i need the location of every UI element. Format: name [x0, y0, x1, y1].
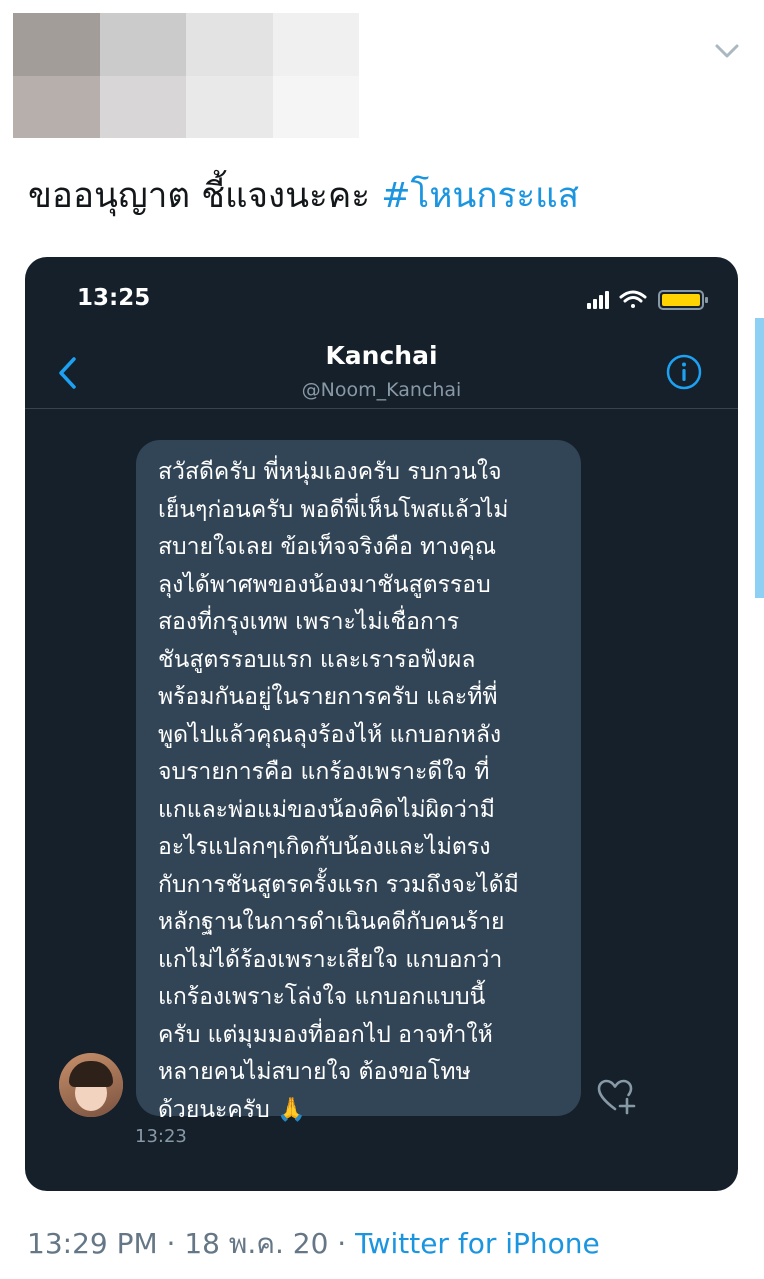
message-line: สบายใจเลย ข้อเท็จจริงคือ ทางคุณ	[158, 534, 497, 560]
chevron-down-icon[interactable]	[712, 36, 742, 66]
battery-icon	[658, 290, 708, 310]
message-line: สองที่กรุงเทพ เพราะไม่เชื่อการ	[158, 609, 460, 635]
message-line: หลักฐานในการดำเนินคดีกับคนร้าย	[158, 909, 505, 935]
message-line: อะไรแปลกๆเกิดกับน้องและไม่ตรง	[158, 834, 491, 860]
header-divider	[25, 408, 738, 409]
message-line: จบรายการคือ แกร้องเพราะดีใจ ที่	[158, 759, 490, 785]
status-icons	[587, 290, 708, 310]
message-bubble[interactable]: สวัสดีครับ พี่หนุ่มเองครับ รบกวนใจ เย็นๆ…	[136, 440, 581, 1123]
sender-avatar[interactable]	[59, 1053, 123, 1117]
message-line: พร้อมกันอยู่ในรายการครับ และที่พี่	[158, 684, 498, 710]
message-line: แกร้องเพราะโล่งใจ แกบอกแบบนี้	[158, 984, 486, 1010]
message-line: เย็นๆก่อนครับ พอดีพี่เห็นโพสแล้วไม่	[158, 496, 509, 523]
tweet-text: ขออนุญาต ชี้แจงนะคะ #โหนกระแส	[28, 168, 748, 223]
tweet-footer: 13:29 PM · 18 พ.ค. 20 · Twitter for iPho…	[27, 1222, 600, 1266]
hashtag-link[interactable]: #โหนกระแส	[381, 176, 579, 216]
status-bar-time: 13:25	[77, 285, 151, 311]
tweet-source-link[interactable]: Twitter for iPhone	[355, 1227, 600, 1260]
blur-cell	[186, 75, 273, 138]
conversation-handle: @Noom_Kanchai	[301, 379, 462, 401]
message-line: ด้วยนะครับ 🙏	[158, 1096, 306, 1123]
message-line: สวัสดีครับ พี่หนุ่มเองครับ รบกวนใจ	[158, 459, 502, 485]
tweet-body: ขออนุญาต ชี้แจงนะคะ	[28, 176, 382, 216]
dm-screenshot-image: 13:25 Kanchai @Noom_Kanchai สวัสดีครับ พ…	[25, 257, 738, 1191]
blur-cell	[13, 75, 100, 138]
blurred-profile-header	[13, 13, 359, 138]
message-timestamp: 13:23	[135, 1126, 187, 1147]
message-line: ครับ แต่มุมมองที่ออกไป อาจทำให้	[158, 1021, 493, 1048]
blur-cell	[272, 13, 359, 76]
like-heart-icon[interactable]	[595, 1075, 639, 1119]
scrollbar[interactable]	[755, 318, 764, 598]
blur-cell	[272, 75, 359, 138]
cellular-signal-icon	[587, 291, 609, 309]
message-line: ลุงได้พาศพของน้องมาชันสูตรรอบ	[158, 571, 491, 598]
message-line: หลายคนไม่สบายใจ ต้องขอโทษ	[158, 1059, 471, 1085]
message-line: แกไม่ได้ร้องเพราะเสียใจ แกบอกว่า	[158, 946, 503, 973]
blur-cell	[13, 13, 100, 76]
info-icon[interactable]	[665, 353, 703, 391]
message-line: พูดไปแล้วคุณลุงร้องไห้ แกบอกหลัง	[158, 721, 502, 748]
blur-cell	[99, 13, 186, 76]
message-line: แกและพ่อแม่ของน้องคิดไม่ผิดว่ามี	[158, 796, 495, 823]
wifi-icon	[619, 290, 647, 308]
message-line: กับการชันสูตรครั้งแรก รวมถึงจะได้มี	[158, 871, 519, 898]
blur-cell	[186, 13, 273, 76]
conversation-title: Kanchai	[325, 341, 438, 370]
blur-cell	[99, 75, 186, 138]
tweet-timestamp[interactable]: 13:29 PM · 18 พ.ค. 20 ·	[27, 1227, 355, 1260]
message-line: ชันสูตรรอบแรก และเรารอฟังผล	[158, 646, 476, 673]
